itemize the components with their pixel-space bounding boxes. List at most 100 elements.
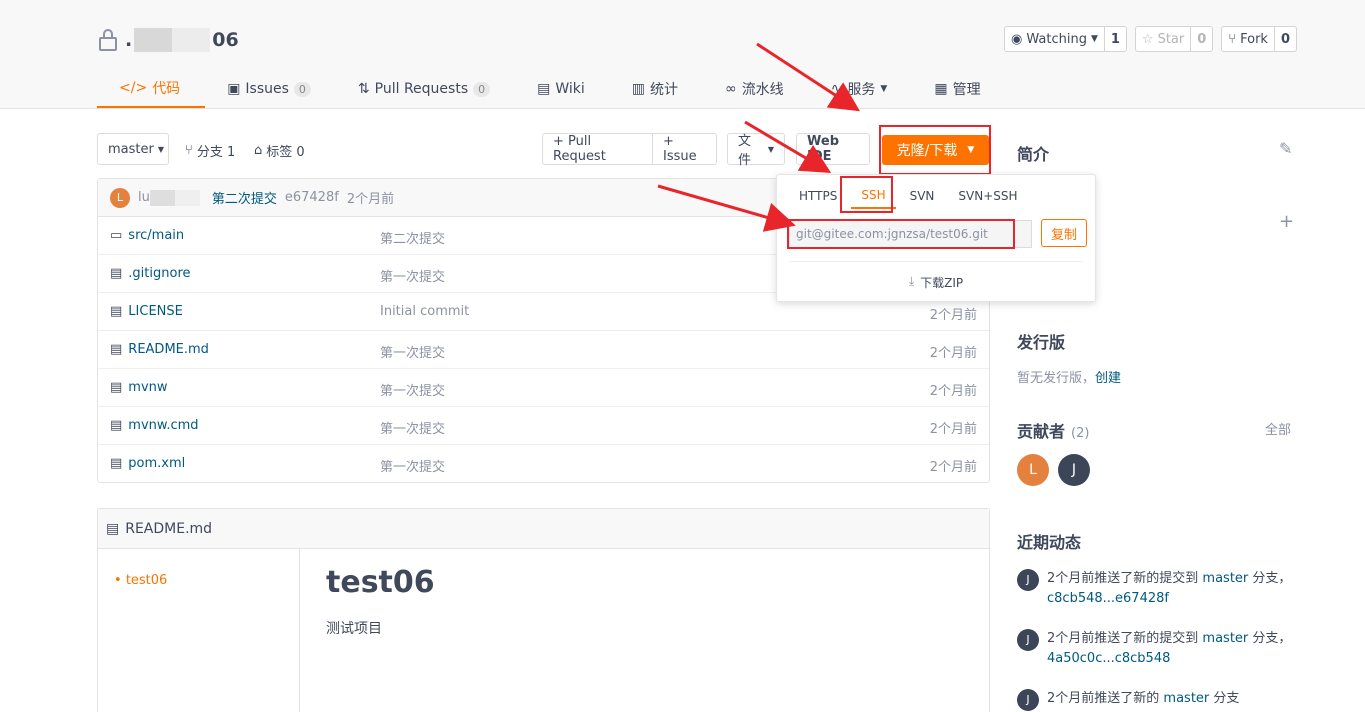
code-icon: </> <box>119 80 148 96</box>
table-row[interactable]: ▤ pom.xml 第一次提交 2个月前 <box>98 445 989 483</box>
commit-range-link[interactable]: c8cb548...e67428f <box>1047 591 1169 606</box>
pr-count-badge: 0 <box>473 81 491 97</box>
file-menu-button[interactable]: 文件 ▼ <box>727 133 785 168</box>
new-issue-button[interactable]: + Issue <box>652 133 717 165</box>
avatar[interactable]: L <box>110 187 130 208</box>
repo-header: . 06 ◉ Watching ▼ 1 ☆ Star 0 ⑂ Fork 0 </> 代码 … <box>0 0 1365 109</box>
file-commit-message[interactable]: Initial commit <box>380 304 469 319</box>
tab-services[interactable]: ∿ 服务 ▼ <box>809 70 913 108</box>
bar-chart-icon: ▥ <box>631 81 646 97</box>
tab-label: Wiki <box>555 81 585 97</box>
all-contributors-link[interactable]: 全部 <box>1265 419 1291 438</box>
new-pull-request-button[interactable]: + Pull Request <box>542 133 653 165</box>
repo-nav: </> 代码 ▣ Issues 0 ⇅ Pull Requests 0 ▤ Wiki ▥ 统计… <box>97 70 1006 109</box>
tab-stats[interactable]: ▥ 统计 <box>610 70 703 108</box>
toc-item[interactable]: • test06 <box>114 573 167 588</box>
star-icon: ☆ <box>1141 31 1154 47</box>
file-name-link[interactable]: ▤ mvnw <box>110 380 168 395</box>
file-commit-message[interactable]: 第二次提交 <box>380 228 445 247</box>
file-name-link[interactable]: ▤ .gitignore <box>110 266 191 281</box>
branch-link[interactable]: master <box>1202 631 1248 646</box>
avatar[interactable]: J <box>1017 629 1039 651</box>
file-name-link[interactable]: ▭ src/main <box>110 228 184 243</box>
file-commit-message[interactable]: 第一次提交 <box>380 342 445 361</box>
file-name-link[interactable]: ▤ mvnw.cmd <box>110 418 199 433</box>
tags-label: 标签 0 <box>266 145 305 160</box>
avatar[interactable]: J <box>1058 454 1090 486</box>
commit-hash[interactable]: e67428f <box>285 190 339 205</box>
watch-count[interactable]: 1 <box>1103 27 1126 51</box>
table-row[interactable]: ▤ README.md 第一次提交 2个月前 <box>98 331 989 369</box>
file-commit-message[interactable]: 第一次提交 <box>380 380 445 399</box>
file-name-link[interactable]: ▤ LICENSE <box>110 304 183 319</box>
commit-author[interactable]: lu <box>138 189 200 206</box>
repo-title[interactable]: . 06 <box>97 28 239 52</box>
table-row[interactable]: ▤ mvnw.cmd 第一次提交 2个月前 <box>98 407 989 445</box>
contributors-count: (2) <box>1071 426 1090 441</box>
pull-request-icon: ⇅ <box>357 81 370 97</box>
file-name-link[interactable]: ▤ README.md <box>110 342 209 357</box>
web-ide-button[interactable]: Web IDE <box>796 133 870 165</box>
file-name: pom.xml <box>128 456 186 471</box>
issue-label: + Issue <box>663 134 697 164</box>
tab-pull-requests[interactable]: ⇅ Pull Requests 0 <box>336 70 515 108</box>
pr-label: + Pull Request <box>553 134 606 164</box>
fork-count[interactable]: 0 <box>1273 27 1296 51</box>
branch-link[interactable]: master <box>1202 571 1248 586</box>
commit-range-link[interactable]: 4a50c0c...c8cb548 <box>1047 651 1170 666</box>
tab-issues[interactable]: ▣ Issues 0 <box>205 70 336 108</box>
branch-link[interactable]: master <box>1163 691 1209 706</box>
create-release-link[interactable]: 创建 <box>1095 371 1121 386</box>
tab-pipeline[interactable]: ∞ 流水线 <box>703 70 809 108</box>
download-zip-link[interactable]: ⤓ 下载ZIP <box>777 274 1095 291</box>
tags-link[interactable]: ⌂ 标签 0 <box>254 141 305 160</box>
branch-select[interactable]: master ▼ <box>97 133 169 165</box>
file-commit-time: 2个月前 <box>929 460 977 475</box>
tab-label: 服务 <box>847 82 876 98</box>
folder-icon: ▭ <box>110 228 123 243</box>
star-count[interactable]: 0 <box>1190 27 1212 51</box>
tab-label: 管理 <box>952 82 981 98</box>
branches-link[interactable]: ⑂ 分支 1 <box>185 141 235 160</box>
pulse-icon: ∿ <box>830 81 843 97</box>
toc-item-label: test06 <box>125 573 168 588</box>
file-name: mvnw <box>128 380 168 395</box>
readme-content: test06 测试项目 <box>326 565 435 638</box>
tab-code[interactable]: </> 代码 <box>97 70 206 108</box>
activity-prefix: 2个月前推送了新的提交到 <box>1047 571 1199 586</box>
file-name-link[interactable]: ▤ pom.xml <box>110 456 185 471</box>
edit-icon[interactable]: ✎ <box>1279 139 1292 158</box>
tab-label: 代码 <box>152 81 181 97</box>
commit-message[interactable]: 第二次提交 <box>212 188 277 207</box>
plus-icon[interactable]: + <box>1279 211 1294 232</box>
avatar[interactable]: J <box>1017 569 1039 591</box>
avatar[interactable]: J <box>1017 689 1039 711</box>
fork-button[interactable]: ⑂ Fork 0 <box>1221 26 1297 52</box>
copy-button[interactable]: 复制 <box>1041 219 1087 247</box>
file-icon: ▤ <box>110 418 123 433</box>
file-commit-time: 2个月前 <box>929 346 977 361</box>
readme-header: ▤ README.md <box>98 509 989 549</box>
file-name: .gitignore <box>128 266 191 281</box>
file-commit-message[interactable]: 第一次提交 <box>380 456 445 475</box>
table-row[interactable]: ▤ mvnw 第一次提交 2个月前 <box>98 369 989 407</box>
caret-down-icon: ▼ <box>767 144 774 154</box>
caret-down-icon: ▼ <box>1090 34 1098 44</box>
watch-button[interactable]: ◉ Watching ▼ 1 <box>1004 26 1127 52</box>
file-commit-message[interactable]: 第一次提交 <box>380 266 445 285</box>
star-button[interactable]: ☆ Star 0 <box>1134 26 1214 52</box>
tab-svn[interactable]: SVN <box>900 183 945 209</box>
tab-manage[interactable]: ▦ 管理 <box>912 70 1005 108</box>
tab-https[interactable]: HTTPS <box>789 183 847 209</box>
issue-icon: ▣ <box>227 81 241 97</box>
annotation-box-clone <box>879 125 991 175</box>
settings-doc-icon: ▦ <box>934 81 948 97</box>
book-icon: ▤ <box>537 81 551 97</box>
tab-svn-ssh[interactable]: SVN+SSH <box>948 183 1027 209</box>
file-commit-message[interactable]: 第一次提交 <box>380 418 445 437</box>
tab-wiki[interactable]: ▤ Wiki <box>515 70 610 108</box>
activity-text: 2个月前推送了新的 master 分支 <box>1047 689 1297 711</box>
tab-label: Issues <box>245 81 289 97</box>
avatar[interactable]: L <box>1017 454 1049 486</box>
issues-count-badge: 0 <box>293 81 311 97</box>
